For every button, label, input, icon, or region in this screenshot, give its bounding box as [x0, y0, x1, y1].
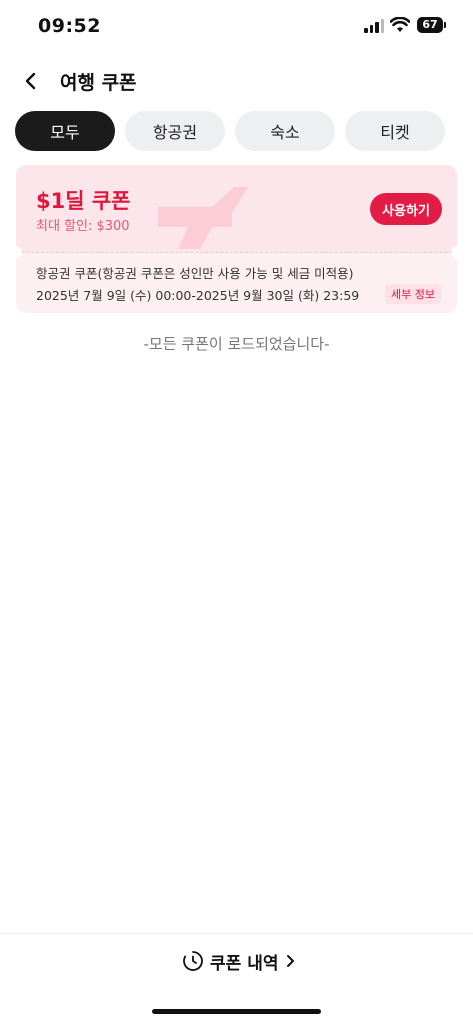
tab-all[interactable]: 모두	[15, 111, 115, 151]
airplane-icon	[158, 187, 248, 249]
tab-flights[interactable]: 항공권	[125, 111, 225, 151]
tab-stays[interactable]: 숙소	[235, 111, 335, 151]
use-coupon-button[interactable]: 사용하기	[370, 193, 442, 225]
coupon-history-button[interactable]: 쿠폰 내역	[182, 949, 298, 974]
battery-cap	[444, 22, 446, 28]
chevron-right-icon	[287, 955, 295, 967]
coupon-max-discount: 최대 할인: $300	[36, 219, 130, 234]
coupon-divider	[16, 252, 457, 253]
coupon-card: $1딜 쿠폰 최대 할인: $300 사용하기 항공권 쿠폰(항공권 쿠폰은 성…	[16, 165, 457, 313]
coupon-description: 항공권 쿠폰(항공권 쿠폰은 성인만 사용 가능 및 세금 미적용)	[36, 266, 354, 281]
back-button[interactable]	[18, 66, 46, 96]
coupon-details-link[interactable]: 세부 정보	[385, 284, 441, 304]
battery-icon: 67	[417, 17, 443, 33]
coupon-history-label: 쿠폰 내역	[210, 953, 279, 974]
coupon-title: $1딜 쿠폰	[36, 189, 131, 213]
category-tabs: 모두 항공권 숙소 티켓	[15, 111, 445, 151]
battery-level: 67	[422, 18, 438, 31]
home-indicator	[152, 1009, 321, 1014]
page-title: 여행 쿠폰	[60, 72, 137, 94]
wifi-icon	[390, 17, 410, 32]
list-end-message: -모든 쿠폰이 로드되었습니다-	[143, 335, 330, 353]
cellular-signal-icon	[364, 19, 384, 33]
status-bar: 09:52 67	[0, 0, 473, 52]
chevron-left-icon	[25, 72, 36, 90]
header: 여행 쿠폰	[0, 58, 473, 104]
status-time: 09:52	[38, 15, 101, 37]
history-clock-icon	[183, 951, 203, 971]
tab-tickets[interactable]: 티켓	[345, 111, 445, 151]
coupon-notch-right	[451, 246, 457, 258]
coupon-validity: 2025년 7월 9일 (수) 00:00-2025년 9월 30일 (화) 2…	[36, 288, 360, 303]
